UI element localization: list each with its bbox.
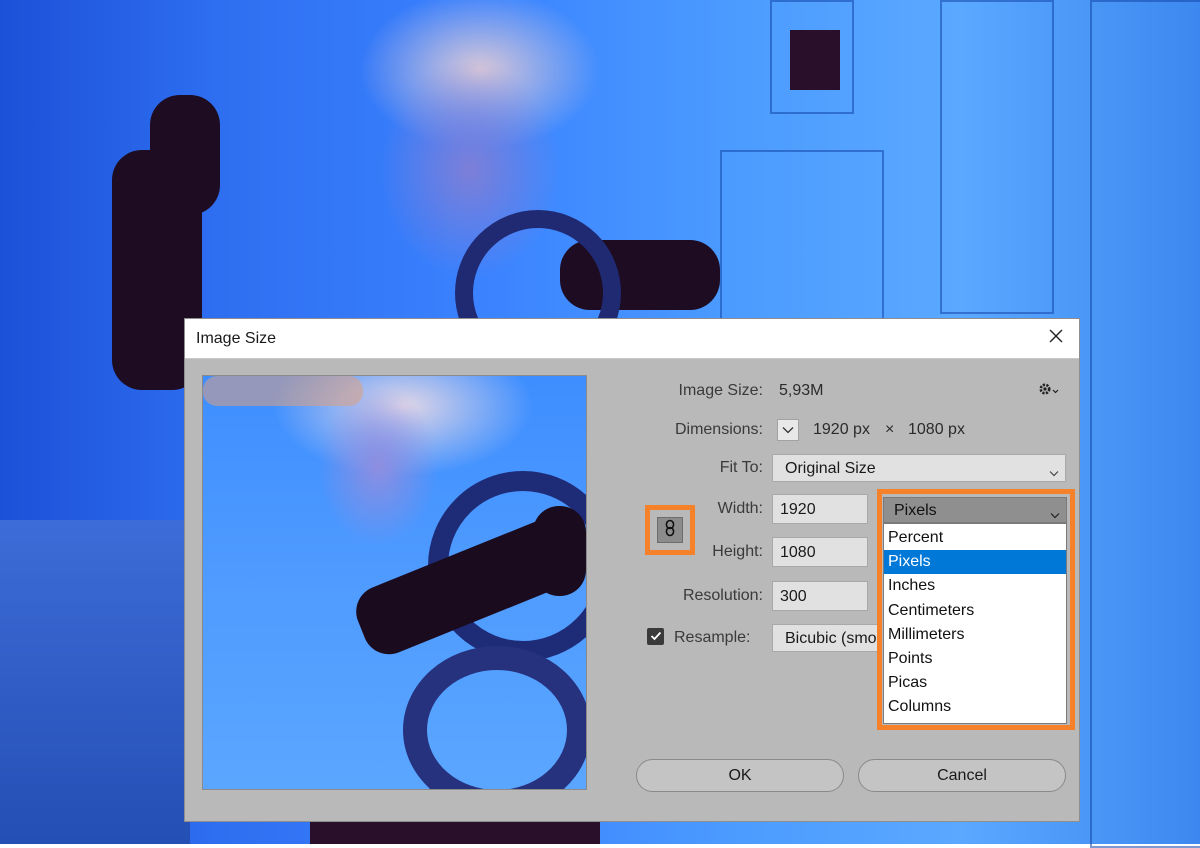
resample-method-select[interactable]: Bicubic (smo	[772, 624, 882, 652]
dimensions-label: Dimensions:	[674, 421, 763, 438]
chevron-down-icon	[782, 421, 794, 439]
chevron-down-icon	[1050, 506, 1060, 524]
title-bar: Image Size	[185, 319, 1079, 359]
fit-to-select[interactable]: Original Size	[772, 454, 1066, 482]
unit-dropdown-list: Percent Pixels Inches Centimeters Millim…	[883, 523, 1067, 724]
floor-area	[0, 520, 190, 844]
chevron-down-icon	[1049, 464, 1059, 482]
width-input[interactable]: 1920	[772, 494, 868, 524]
dialog-title: Image Size	[196, 330, 277, 347]
unit-option-centimeters[interactable]: Centimeters	[884, 599, 1066, 623]
unit-select[interactable]: Pixels	[883, 497, 1067, 523]
gear-icon[interactable]	[1037, 381, 1059, 402]
image-size-label: Image Size:	[678, 382, 763, 399]
resample-checkbox[interactable]	[647, 628, 664, 645]
unit-option-picas[interactable]: Picas	[884, 671, 1066, 695]
preview-glove-top	[533, 506, 586, 596]
wall-panel	[940, 0, 1054, 314]
glove-hand	[150, 95, 220, 215]
resample-label: Resample:	[674, 629, 751, 646]
unit-option-columns[interactable]: Columns	[884, 695, 1066, 719]
dimensions-height: 1080 px	[908, 421, 965, 438]
unit-option-percent[interactable]: Percent	[884, 526, 1066, 550]
preview-hose-coil	[403, 646, 586, 789]
image-size-dialog: Image Size Image Size: 5,93M Dimensions:…	[184, 318, 1080, 822]
resample-method-value: Bicubic (smo	[785, 630, 877, 647]
resolution-label: Resolution:	[682, 587, 763, 604]
link-icon	[664, 519, 676, 542]
dimensions-width: 1920 px	[813, 421, 870, 438]
image-size-value: 5,93M	[779, 382, 824, 399]
ok-button[interactable]: OK	[636, 759, 844, 792]
unit-option-millimeters[interactable]: Millimeters	[884, 623, 1066, 647]
preview-glasses	[203, 376, 363, 406]
height-label: Height:	[712, 543, 763, 560]
unit-option-inches[interactable]: Inches	[884, 574, 1066, 598]
close-icon	[1048, 328, 1064, 349]
close-button[interactable]	[1033, 319, 1079, 358]
dimensions-times: ×	[885, 421, 895, 438]
wall-panel	[720, 150, 884, 324]
dimensions-unit-toggle[interactable]	[777, 419, 799, 441]
resolution-input[interactable]: 300	[772, 581, 868, 611]
fit-to-value: Original Size	[785, 460, 876, 477]
image-preview[interactable]	[202, 375, 587, 790]
cancel-button[interactable]: Cancel	[858, 759, 1066, 792]
fit-to-label: Fit To:	[719, 459, 763, 476]
checkmark-icon	[650, 628, 662, 646]
unit-option-points[interactable]: Points	[884, 647, 1066, 671]
unit-select-value: Pixels	[894, 502, 937, 519]
wall-panel	[1090, 0, 1200, 848]
unit-option-pixels[interactable]: Pixels	[884, 550, 1066, 575]
wall-panel-window	[790, 30, 840, 90]
height-input[interactable]: 1080	[772, 537, 868, 567]
outfit	[310, 822, 600, 844]
constrain-proportions-button[interactable]	[657, 517, 683, 543]
